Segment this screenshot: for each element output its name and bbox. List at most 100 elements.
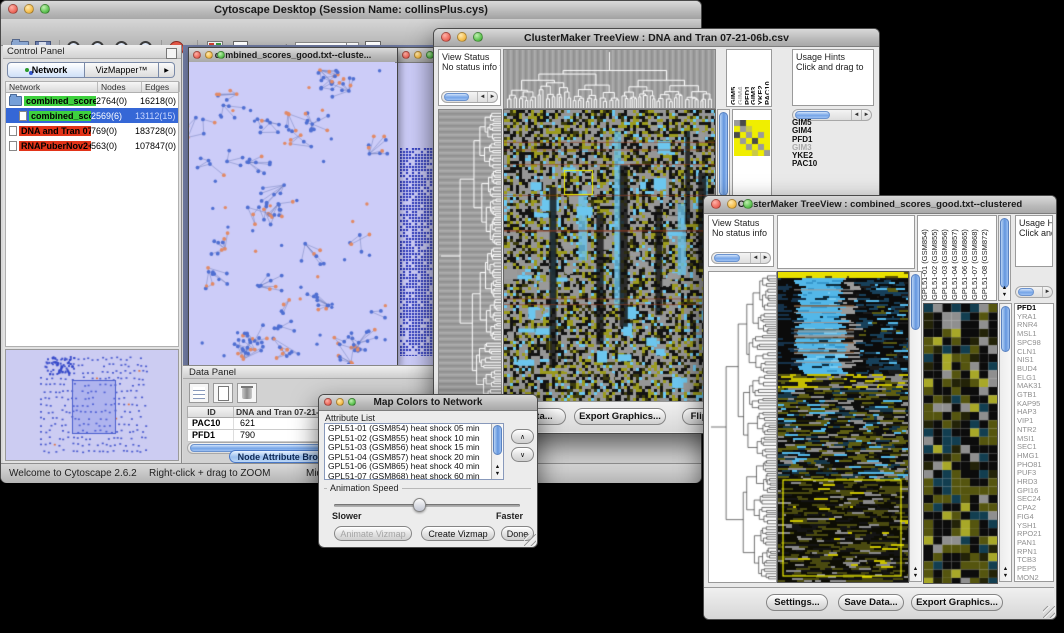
scroll-left-arrow[interactable]: ◄ <box>477 92 487 102</box>
column-label[interactable]: GIM3 <box>749 51 755 105</box>
zoom-button[interactable] <box>473 32 483 42</box>
close-button[interactable] <box>8 4 18 14</box>
save-data-button[interactable]: Save Data... <box>838 594 904 611</box>
treeview2-global-heatmap[interactable] <box>777 271 909 583</box>
column-label[interactable]: GPL51-03 (GSM856) <box>940 218 949 300</box>
scroll-right-arrow[interactable]: ► <box>487 92 497 102</box>
float-panel-icon[interactable] <box>166 48 177 59</box>
treeview1-zoom-heatmap[interactable] <box>734 120 770 156</box>
speed-slider-thumb[interactable] <box>413 498 426 512</box>
scrollbar-thumb[interactable] <box>493 425 502 455</box>
scrollbar-thumb[interactable] <box>911 274 920 330</box>
close-button[interactable] <box>402 51 410 59</box>
speed-slider-track[interactable] <box>334 504 520 507</box>
network-table-row[interactable]: combined_scores2764(0)16218(0) <box>6 93 178 108</box>
view-status-scrollbar[interactable]: ◄ ► <box>711 252 771 264</box>
tab-vizmapper[interactable]: VizMapper™ <box>85 62 159 78</box>
tab-network[interactable]: Network <box>7 62 85 78</box>
main-titlebar[interactable]: Cytoscape Desktop (Session Name: collins… <box>1 1 701 20</box>
close-button[interactable] <box>324 398 332 406</box>
zoom-button[interactable] <box>217 51 225 59</box>
column-label[interactable]: YKE2 <box>756 51 762 105</box>
animate-vizmap-button[interactable]: Animate Vizmap <box>334 526 412 541</box>
scroll-left-arrow[interactable]: ◄ <box>851 110 861 120</box>
treeview1-column-dendrogram[interactable] <box>503 49 716 109</box>
network-table-row[interactable]: DNA and Tran 07769(0)183728(0) <box>6 123 178 138</box>
minimize-button[interactable] <box>24 4 34 14</box>
scroll-down-arrow[interactable]: ▼ <box>910 573 921 580</box>
minimize-button[interactable] <box>457 32 467 42</box>
treeview2-titlebar[interactable]: ClusterMaker TreeView : combined_scores_… <box>704 196 1056 214</box>
attribute-table-icon[interactable] <box>189 383 209 403</box>
treeview2-collabel-scrollbar[interactable]: ▲ ▼ <box>998 215 1011 301</box>
treeview1-global-heatmap[interactable] <box>503 109 716 403</box>
treeview2-heatmap-vscrollbar[interactable]: ▲ ▼ <box>909 271 922 582</box>
treeview1-row-dendrogram[interactable] <box>438 109 502 403</box>
network-window-1-titlebar[interactable]: combined_scores_good.txt--cluste... <box>189 48 397 63</box>
attribute-list-scrollbar[interactable]: ▲ ▼ <box>491 424 503 479</box>
dialog-titlebar[interactable]: Map Colors to Network <box>319 395 537 411</box>
close-button[interactable] <box>711 199 721 209</box>
export-graphics-button[interactable]: Export Graphics... <box>574 408 666 425</box>
scroll-up-arrow[interactable]: ▲ <box>999 285 1010 292</box>
tab-overflow-button[interactable]: ▶ <box>159 62 175 78</box>
attribute-list-item[interactable]: GPL51-07 (GSM868) heat shock 60 min <box>325 472 503 481</box>
move-down-button[interactable]: ∨ <box>511 447 534 462</box>
scroll-down-arrow[interactable]: ▼ <box>999 292 1010 299</box>
minimize-button[interactable] <box>205 51 213 59</box>
treeview1-titlebar[interactable]: ClusterMaker TreeView : DNA and Tran 07-… <box>434 29 879 47</box>
close-button[interactable] <box>441 32 451 42</box>
attribute-list[interactable]: ▲ ▼ GPL51-01 (GSM854) heat shock 05 minG… <box>324 423 504 480</box>
network-overview-canvas[interactable] <box>6 350 178 460</box>
minimize-button[interactable] <box>414 51 422 59</box>
usage-hints-scrollbar[interactable]: ► <box>1015 286 1053 298</box>
row-label[interactable]: PAC10 <box>792 160 838 168</box>
minimize-button[interactable] <box>727 199 737 209</box>
scroll-right-arrow[interactable]: ► <box>861 110 871 120</box>
column-label[interactable]: GPL51-04 (GSM857) <box>950 218 959 300</box>
resize-grip[interactable] <box>1043 606 1055 618</box>
scrollbar-thumb[interactable] <box>1000 218 1009 288</box>
export-graphics-button[interactable]: Export Graphics... <box>911 594 1003 611</box>
column-header-nodes[interactable]: Nodes <box>98 82 142 92</box>
minimize-button[interactable] <box>336 398 344 406</box>
network-table-row[interactable]: combined_sco2569(6)13112(15) <box>6 108 178 123</box>
new-attribute-icon[interactable] <box>213 383 233 403</box>
scroll-up-arrow[interactable]: ▲ <box>1000 566 1011 573</box>
column-label[interactable]: GPL51-07 (GSM868) <box>970 218 979 300</box>
treeview2-rowlabel-scrollbar[interactable]: ▲ ▼ <box>999 303 1012 582</box>
settings-button[interactable]: Settings... <box>766 594 828 611</box>
scroll-up-arrow[interactable]: ▲ <box>910 566 921 573</box>
zoom-button[interactable] <box>40 4 50 14</box>
zoom-button[interactable] <box>743 199 753 209</box>
scroll-down-arrow[interactable]: ▼ <box>492 471 503 478</box>
close-button[interactable] <box>193 51 201 59</box>
data-column-header[interactable]: ID <box>188 407 234 417</box>
create-vizmap-button[interactable]: Create Vizmap <box>421 526 495 541</box>
delete-attribute-trash-icon[interactable] <box>237 383 257 403</box>
zoom-button[interactable] <box>348 398 356 406</box>
network-overview-panel[interactable] <box>5 349 179 461</box>
column-header-network[interactable]: Network <box>6 82 98 92</box>
scroll-left-arrow[interactable]: ◄ <box>750 253 760 263</box>
scroll-right-arrow[interactable]: ► <box>1042 287 1052 297</box>
network-canvas[interactable] <box>189 62 395 364</box>
column-label[interactable]: GPL51-02 (GSM855) <box>930 218 939 300</box>
row-label[interactable]: MON2 <box>1017 574 1053 582</box>
scrollbar-thumb[interactable] <box>719 112 728 196</box>
scrollbar-thumb[interactable] <box>1001 306 1010 352</box>
column-label[interactable]: GPL51-08 (GSM872) <box>980 218 989 300</box>
column-label[interactable]: GIM4 <box>736 51 742 105</box>
network-table-row[interactable]: RNAPuberNov2+563(0)107847(0) <box>6 138 178 153</box>
column-label[interactable]: GIM5 <box>729 51 735 105</box>
treeview2-row-dendrogram[interactable] <box>708 271 777 583</box>
column-label[interactable]: PFD1 <box>743 51 749 105</box>
treeview2-zoom-heatmap[interactable] <box>923 303 998 584</box>
move-up-button[interactable]: ∧ <box>511 429 534 444</box>
resize-grip[interactable] <box>524 534 536 546</box>
treeview2-column-dendrogram-area[interactable] <box>777 215 915 269</box>
column-header-edges[interactable]: Edges <box>142 82 180 92</box>
column-label[interactable]: PAC10 <box>763 51 769 105</box>
scroll-up-arrow[interactable]: ▲ <box>492 464 503 471</box>
column-label[interactable]: GPL51-06 (GSM865) <box>960 218 969 300</box>
